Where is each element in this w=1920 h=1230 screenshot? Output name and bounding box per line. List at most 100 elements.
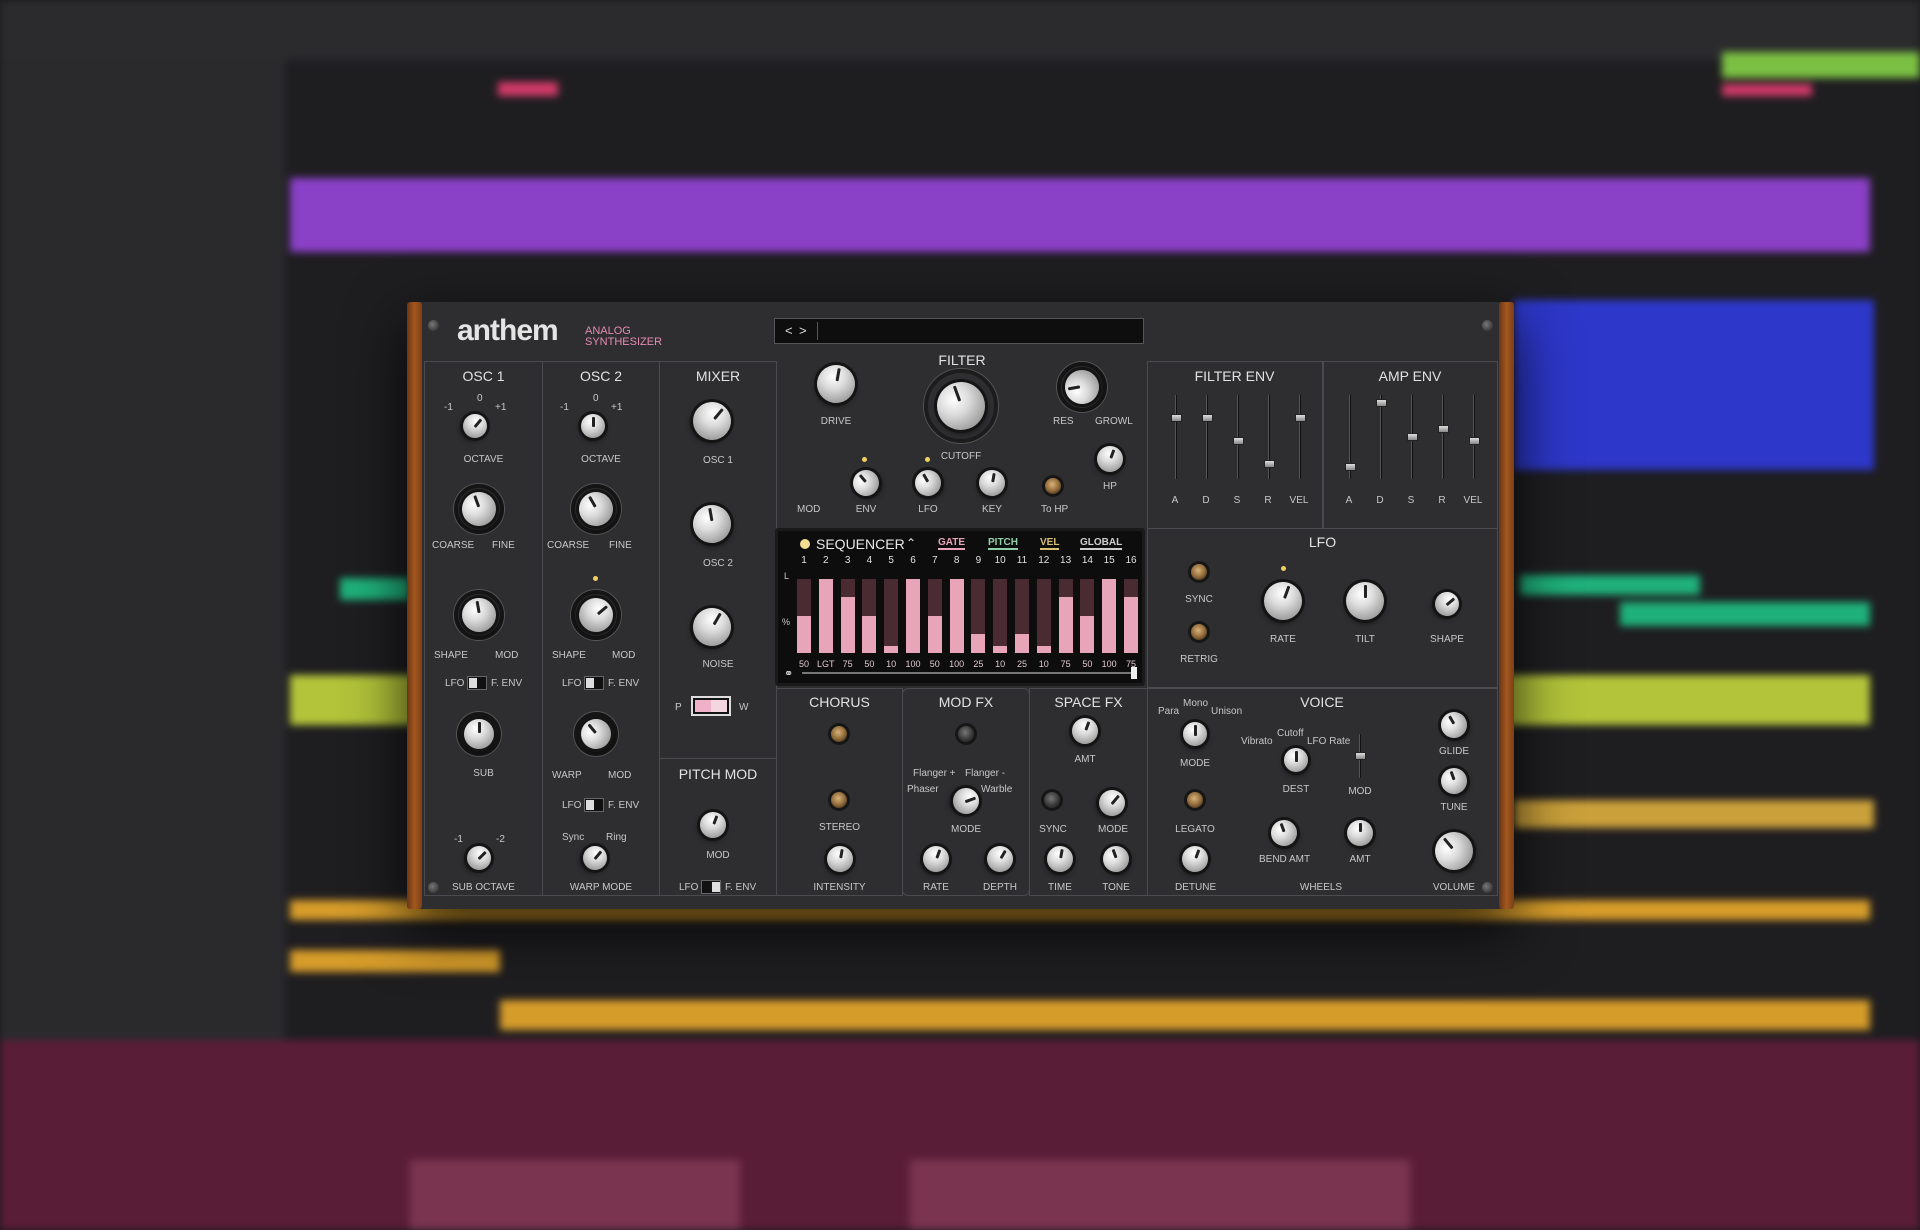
osc2-warp-source-switch[interactable] (584, 798, 604, 812)
chorus-enable-button[interactable] (831, 726, 847, 742)
sequencer-step-bar[interactable] (971, 579, 986, 653)
ampenv-fader-d[interactable] (1376, 395, 1387, 479)
voice-dest-switch[interactable] (1284, 748, 1308, 772)
mixer-osc1-label: OSC 1 (702, 455, 733, 466)
sequencer-scroll-track[interactable] (802, 667, 1137, 679)
sequencer-step-number[interactable]: 2 (818, 555, 834, 566)
sequencer-step-number[interactable]: 11 (1014, 555, 1030, 566)
voice-mod-fader[interactable] (1355, 734, 1366, 778)
osc1-sub-knob[interactable] (464, 719, 494, 749)
filterenv-label-a: A (1171, 495, 1179, 506)
ampenv-fader-cap[interactable] (1469, 437, 1480, 445)
sequencer-step-bar[interactable] (949, 579, 964, 653)
chevron-up-icon[interactable]: ⌃ (906, 536, 916, 550)
ampenv-fader-r[interactable] (1438, 395, 1449, 479)
sequencer-step-bar[interactable] (1036, 579, 1051, 653)
voice-mode-switch[interactable] (1183, 722, 1207, 746)
sequencer-step-fill (1124, 597, 1138, 653)
sequencer-enable-led[interactable] (800, 539, 810, 549)
filterenv-fader-a[interactable] (1171, 395, 1182, 479)
sequencer-step-bar[interactable] (884, 579, 899, 653)
ampenv-fader-cap[interactable] (1345, 463, 1356, 471)
sequencer-scroll-thumb[interactable] (1131, 667, 1137, 679)
preset-browser[interactable]: < > (774, 318, 1144, 344)
preset-prev-button[interactable]: < (785, 323, 793, 338)
osc2-lfo-label: LFO (562, 678, 582, 689)
filterenv-fader-cap[interactable] (1295, 414, 1306, 422)
modfx-enable-button[interactable] (958, 726, 974, 742)
filter-drive-knob[interactable] (813, 361, 859, 407)
filterenv-fader-d[interactable] (1202, 395, 1213, 479)
filter-to-hp-button[interactable] (1045, 478, 1061, 494)
filter-key-knob[interactable] (976, 467, 1008, 499)
voice-legato-button[interactable] (1187, 792, 1203, 808)
sequencer-step-number[interactable]: 13 (1058, 555, 1074, 566)
sequencer-step-number[interactable]: 5 (883, 555, 899, 566)
sequencer-step-bar[interactable] (1102, 579, 1117, 653)
sequencer-step-number[interactable]: 12 (1036, 555, 1052, 566)
chorus-stereo-button[interactable] (831, 792, 847, 808)
lfo-sync-button[interactable] (1191, 564, 1207, 580)
sequencer-step-number[interactable]: 3 (840, 555, 856, 566)
sequencer-title[interactable]: SEQUENCER (816, 536, 905, 552)
sequencer-axis-l: L (784, 571, 790, 581)
filterenv-fader-r[interactable] (1264, 395, 1275, 479)
sequencer-tab-vel[interactable]: VEL (1040, 537, 1060, 550)
ampenv-fader-cap[interactable] (1376, 399, 1387, 407)
sequencer-step-bar[interactable] (797, 579, 811, 653)
voice-title: VOICE (1300, 694, 1344, 710)
osc2-octave-switch[interactable] (581, 414, 605, 438)
sequencer-step-bar[interactable] (840, 579, 855, 653)
filter-env-knob[interactable] (847, 464, 885, 502)
voice-wheel-amt-knob[interactable] (1347, 820, 1373, 846)
osc1-mod-source-switch[interactable] (467, 676, 487, 690)
sequencer-step-number[interactable]: 1 (796, 555, 812, 566)
pitchmod-mod-label: MOD (706, 850, 730, 861)
ampenv-fader-s[interactable] (1407, 395, 1418, 479)
ampenv-fader-vel[interactable] (1469, 395, 1480, 479)
pitchmod-source-switch[interactable] (701, 880, 721, 894)
osc2-mod-source-switch[interactable] (584, 676, 604, 690)
spacefx-sync-button[interactable] (1044, 792, 1060, 808)
sequencer-step-number[interactable]: 14 (1079, 555, 1095, 566)
lfo-retrig-button[interactable] (1191, 624, 1207, 640)
sequencer-step-bar[interactable] (818, 579, 833, 653)
sequencer-step-number[interactable]: 15 (1101, 555, 1117, 566)
filterenv-fader-vel[interactable] (1295, 395, 1306, 479)
sequencer-step-bar[interactable] (927, 579, 942, 653)
sequencer-step-number[interactable]: 8 (949, 555, 965, 566)
sequencer-tab-gate[interactable]: GATE (938, 537, 966, 550)
voice-lforate-label: LFO Rate (1307, 736, 1351, 747)
lfo-tilt-knob[interactable] (1346, 582, 1384, 620)
sequencer-step-number[interactable]: 9 (970, 555, 986, 566)
sequencer-step-number[interactable]: 7 (927, 555, 943, 566)
filter-hp-knob[interactable] (1093, 442, 1127, 476)
sequencer-step-bar[interactable] (1058, 579, 1073, 653)
sequencer-step-number[interactable]: 10 (992, 555, 1008, 566)
sequencer-step-number[interactable]: 16 (1123, 555, 1139, 566)
spacefx-mode-label: MODE (1098, 824, 1128, 835)
ampenv-fader-a[interactable] (1345, 395, 1356, 479)
preset-next-button[interactable]: > (799, 323, 807, 338)
filterenv-fader-cap[interactable] (1233, 437, 1244, 445)
sequencer-step-bar[interactable] (1124, 579, 1138, 653)
sequencer-step-bar[interactable] (993, 579, 1008, 653)
sequencer-tab-global[interactable]: GLOBAL (1080, 537, 1123, 550)
sequencer-step-number[interactable]: 6 (905, 555, 921, 566)
ampenv-fader-cap[interactable] (1438, 425, 1449, 433)
sequencer-step-bar[interactable] (1015, 579, 1029, 653)
link-icon[interactable]: ⚭ (784, 667, 793, 680)
sequencer-step-bar[interactable] (1080, 579, 1095, 653)
ampenv-fader-cap[interactable] (1407, 433, 1418, 441)
filter-lfo-label: LFO (918, 504, 938, 515)
noise-color-switch[interactable] (691, 696, 731, 716)
filterenv-fader-cap[interactable] (1264, 460, 1275, 468)
sequencer-step-number[interactable]: 4 (861, 555, 877, 566)
filterenv-fader-cap[interactable] (1171, 414, 1182, 422)
sequencer-tab-pitch[interactable]: PITCH (988, 537, 1018, 550)
filterenv-fader-cap[interactable] (1202, 414, 1213, 422)
filterenv-fader-s[interactable] (1233, 395, 1244, 479)
filter-lfo-knob[interactable] (910, 465, 946, 501)
sequencer-step-bar[interactable] (862, 579, 877, 653)
sequencer-step-bar[interactable] (906, 579, 920, 653)
